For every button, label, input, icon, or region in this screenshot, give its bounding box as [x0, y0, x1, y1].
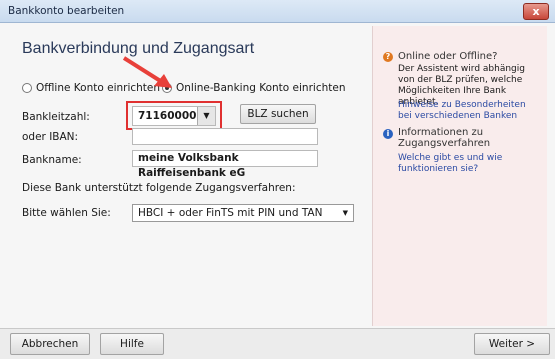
radio-online[interactable]: Online-Banking Konto einrichten	[162, 82, 345, 94]
titlebar: Bankkonto bearbeiten x	[0, 0, 555, 23]
highlight-box	[126, 101, 222, 130]
iban-label: oder IBAN:	[22, 131, 79, 143]
radio-offline-circle[interactable]	[22, 83, 32, 93]
iban-input[interactable]	[132, 128, 318, 145]
choose-label: Bitte wählen Sie:	[22, 207, 111, 219]
bankname-field[interactable]: meine Volksbank Raiffeisenbank eG	[132, 150, 318, 179]
annotation-arrow-icon	[122, 56, 172, 88]
blz-label: Bankleitzahl:	[22, 111, 90, 123]
question-icon: ?	[383, 52, 393, 62]
dropdown-arrow-icon[interactable]: ▼	[343, 205, 348, 221]
next-button[interactable]: Weiter >	[474, 333, 550, 355]
sidebar-q-link[interactable]: Hinweise zu Besonderheiten bei verschied…	[398, 100, 538, 122]
blz-search-button[interactable]: BLZ suchen	[240, 104, 316, 124]
access-method-select[interactable]: HBCI + oder FinTS mit PIN und TAN ▼	[132, 204, 354, 222]
window-title: Bankkonto bearbeiten	[8, 5, 125, 17]
bankname-label: Bankname:	[22, 154, 82, 166]
close-button[interactable]: x	[523, 3, 549, 20]
sidebar-info-link[interactable]: Welche gibt es und wie funktionieren sie…	[398, 153, 538, 175]
access-info-text: Diese Bank unterstützt folgende Zugangsv…	[22, 182, 296, 194]
help-button[interactable]: Hilfe	[100, 333, 164, 355]
sidebar-q-title: Online oder Offline?	[398, 51, 498, 62]
info-icon: i	[383, 129, 393, 139]
cancel-button[interactable]: Abbrechen	[10, 333, 90, 355]
sidebar-info-title: Informationen zu Zugangsverfahren	[398, 127, 491, 149]
access-method-value: HBCI + oder FinTS mit PIN und TAN	[138, 207, 323, 219]
radio-online-label: Online-Banking Konto einrichten	[176, 82, 346, 94]
